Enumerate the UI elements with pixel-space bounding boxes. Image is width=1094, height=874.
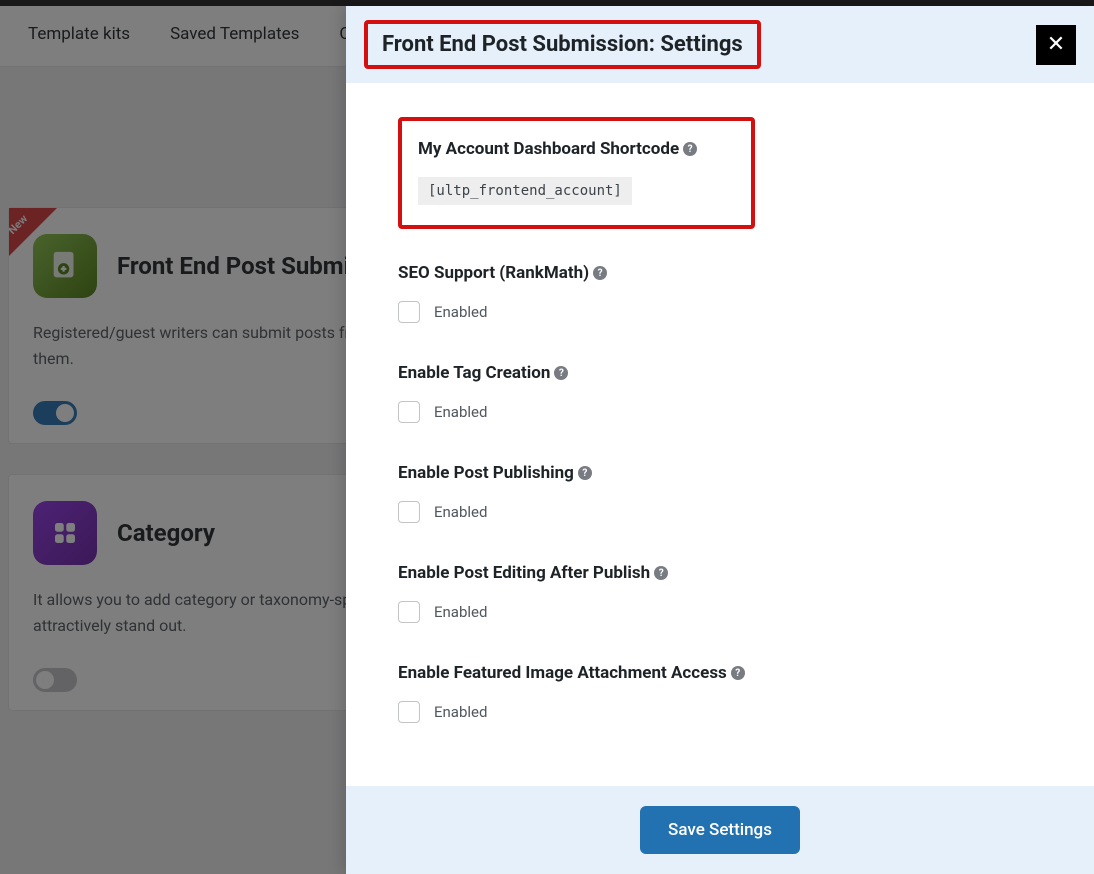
checkbox-label: Enabled — [434, 603, 487, 621]
setting-featured: Enable Featured Image Attachment Access?… — [398, 663, 1042, 723]
checkbox-label: Enabled — [434, 303, 487, 321]
highlight-shortcode: My Account Dashboard Shortcode ? [ultp_f… — [398, 117, 755, 229]
shortcode-value[interactable]: [ultp_frontend_account] — [418, 177, 632, 205]
checkbox-label: Enabled — [434, 403, 487, 421]
setting-edit: Enable Post Editing After Publish? Enabl… — [398, 563, 1042, 623]
highlight-title: Front End Post Submission: Settings — [364, 20, 761, 69]
checkbox-featured[interactable] — [398, 701, 420, 723]
help-icon[interactable]: ? — [731, 666, 745, 680]
checkbox-label: Enabled — [434, 503, 487, 521]
help-icon[interactable]: ? — [578, 466, 592, 480]
checkbox-label: Enabled — [434, 703, 487, 721]
help-icon[interactable]: ? — [593, 266, 607, 280]
save-settings-button[interactable]: Save Settings — [640, 806, 800, 854]
setting-publish: Enable Post Publishing? Enabled — [398, 463, 1042, 523]
help-icon[interactable]: ? — [554, 366, 568, 380]
settings-modal: Front End Post Submission: Settings ✕ My… — [346, 6, 1094, 874]
help-icon[interactable]: ? — [683, 142, 697, 156]
modal-title: Front End Post Submission: Settings — [382, 32, 743, 57]
checkbox-seo[interactable] — [398, 301, 420, 323]
help-icon[interactable]: ? — [654, 566, 668, 580]
close-icon: ✕ — [1047, 32, 1065, 57]
checkbox-edit[interactable] — [398, 601, 420, 623]
checkbox-tag[interactable] — [398, 401, 420, 423]
setting-seo: SEO Support (RankMath)? Enabled — [398, 263, 1042, 323]
setting-tag: Enable Tag Creation? Enabled — [398, 363, 1042, 423]
shortcode-label: My Account Dashboard Shortcode ? — [418, 139, 735, 159]
checkbox-publish[interactable] — [398, 501, 420, 523]
close-button[interactable]: ✕ — [1036, 25, 1076, 65]
